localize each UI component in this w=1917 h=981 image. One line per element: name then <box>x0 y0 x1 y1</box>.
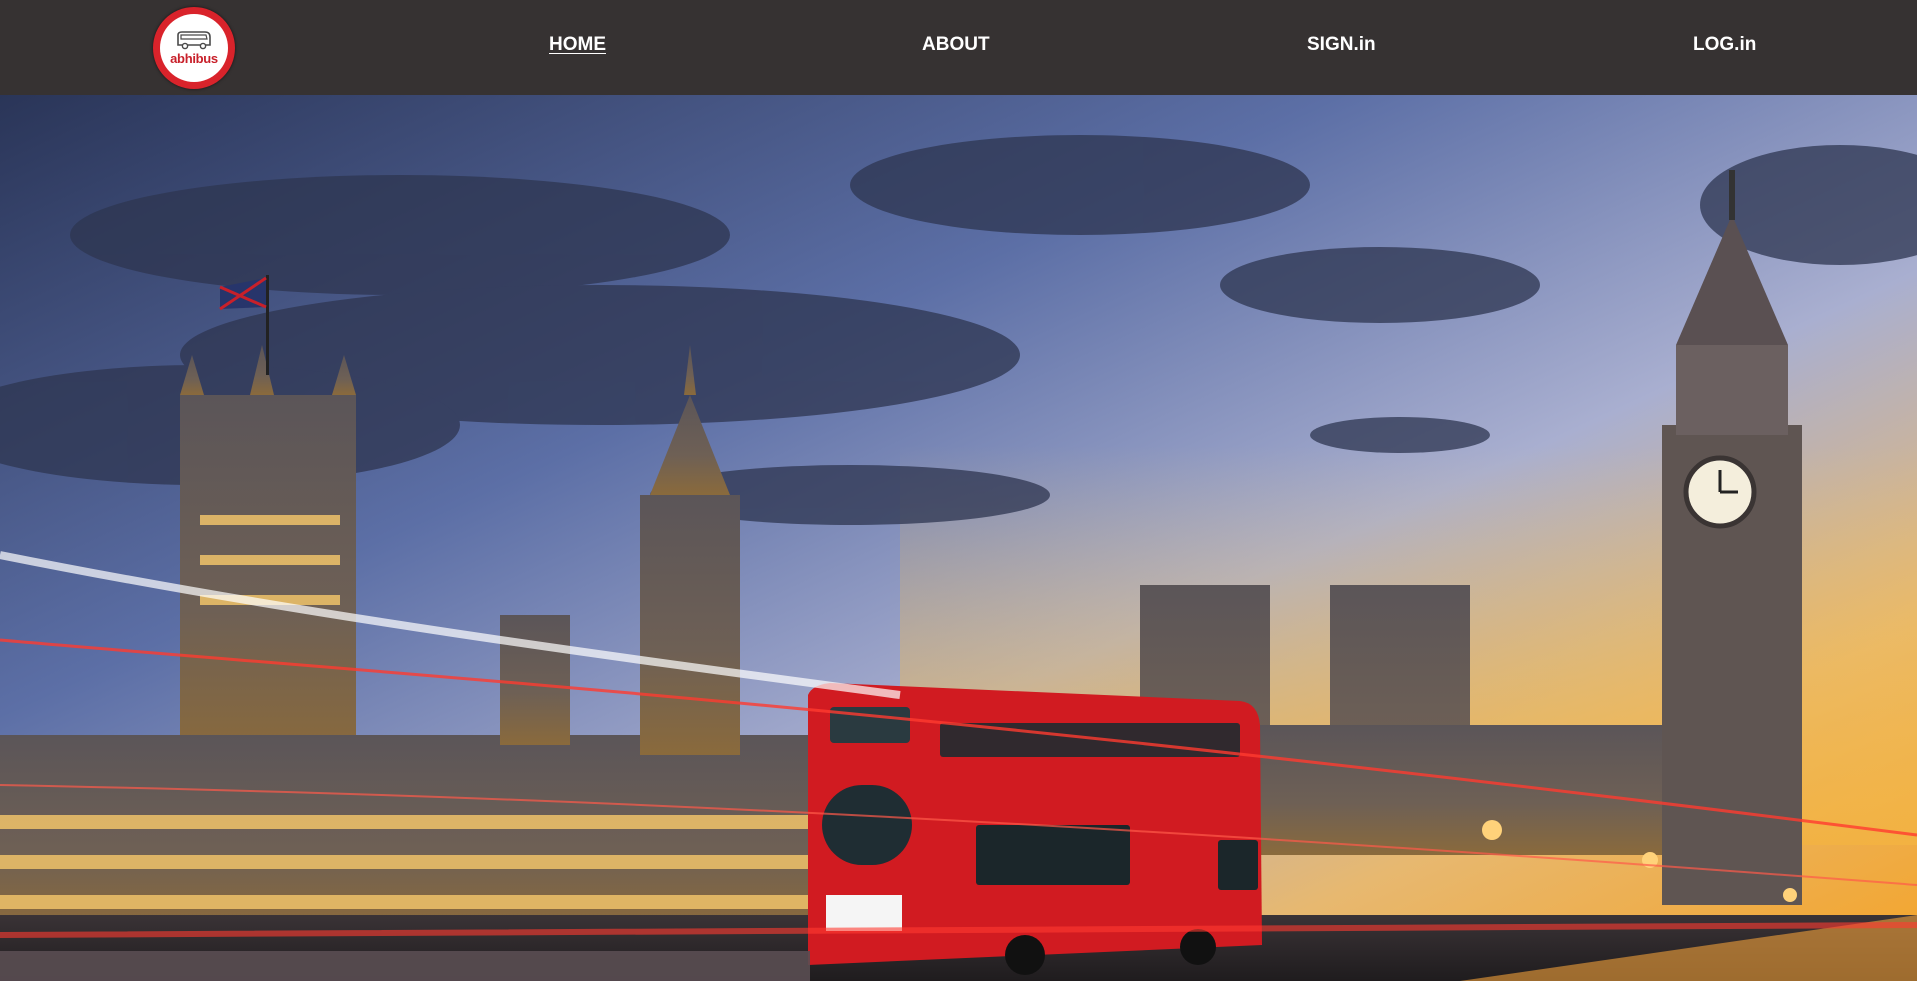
nav-home-link[interactable]: HOME <box>549 34 606 56</box>
nav-login-link[interactable]: LOG.in <box>1693 34 1756 56</box>
logo-wordmark: abhibus <box>170 51 218 66</box>
bridge-railing <box>0 951 810 981</box>
logo-badge: abhibus <box>160 14 228 82</box>
bus-icon <box>177 31 211 50</box>
hero-banner <box>0 95 1917 981</box>
abhibus-logo[interactable]: abhibus <box>153 7 235 89</box>
nav-about-link[interactable]: ABOUT <box>922 34 990 56</box>
hero-image <box>0 95 1917 981</box>
nav-signin-link[interactable]: SIGN.in <box>1307 34 1376 56</box>
top-navbar: abhibus HOME ABOUT SIGN.in LOG.in <box>0 0 1917 95</box>
